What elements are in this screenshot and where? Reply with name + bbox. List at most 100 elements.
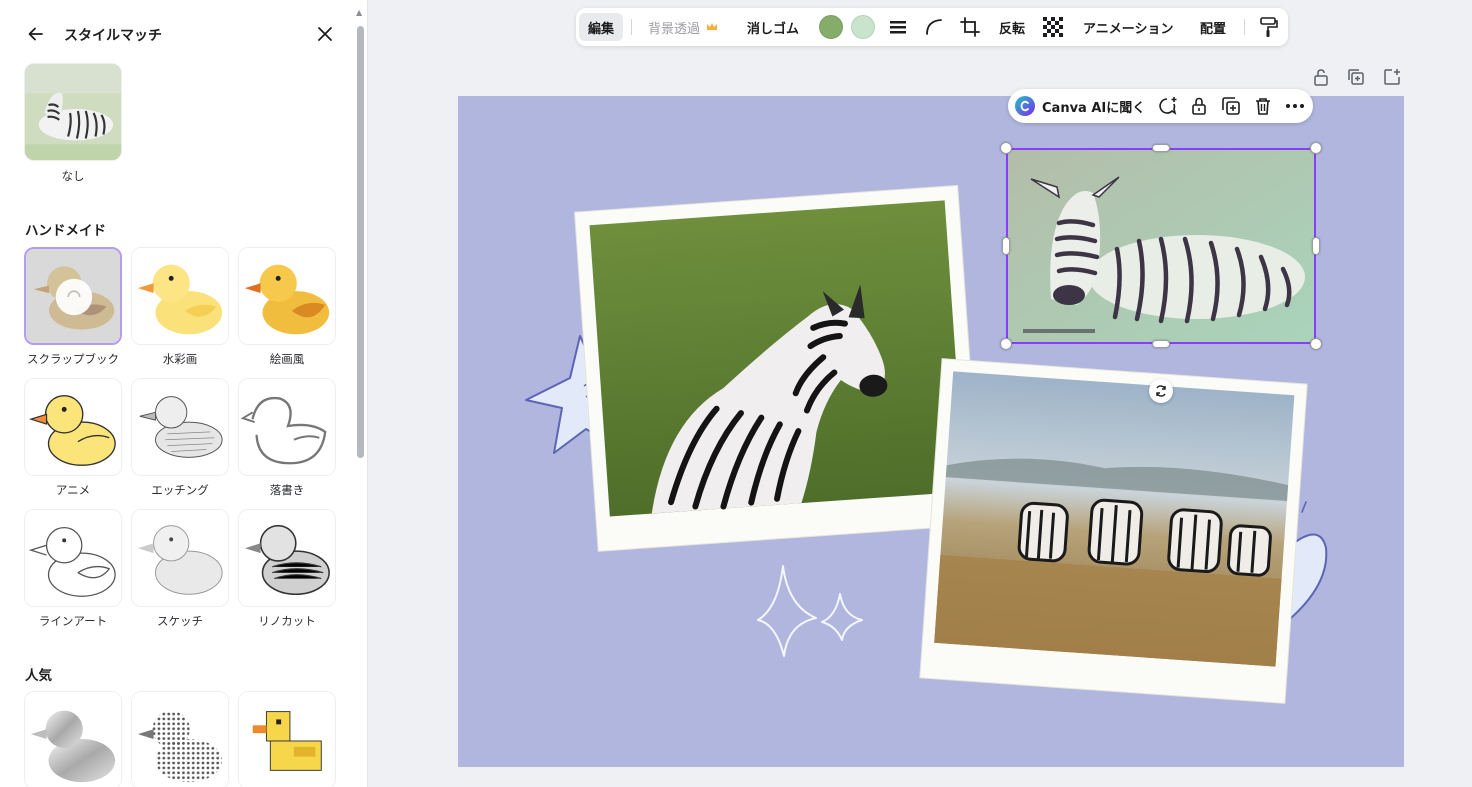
transparency-button[interactable] xyxy=(1043,13,1063,41)
section-title-popular: 人気 xyxy=(25,668,52,684)
resize-handle-right[interactable] xyxy=(1312,237,1320,255)
sparkle-sticker[interactable] xyxy=(757,565,863,657)
scroll-up-arrow-icon[interactable]: ▲ xyxy=(356,8,362,17)
duplicate-page-button[interactable] xyxy=(1346,67,1366,87)
add-page-button[interactable] xyxy=(1382,67,1402,87)
resize-handle-bottom[interactable] xyxy=(1152,340,1170,348)
crown-icon xyxy=(707,23,718,30)
resize-handle-left[interactable] xyxy=(1002,237,1010,255)
resize-handle-bottom-right[interactable] xyxy=(1310,338,1322,350)
back-button[interactable] xyxy=(22,20,50,48)
arrange-button[interactable]: 配置 xyxy=(1200,13,1226,41)
resize-handle-bottom-left[interactable] xyxy=(1000,338,1012,350)
corner-radius-icon xyxy=(926,19,942,35)
color-swatch-light-green[interactable] xyxy=(851,15,875,39)
close-button[interactable] xyxy=(311,20,339,48)
resize-handle-top-right[interactable] xyxy=(1310,142,1322,154)
style-pixel-thumbnail[interactable] xyxy=(238,691,336,787)
more-horizontal-icon xyxy=(1286,104,1304,108)
background-remove-button[interactable]: 背景透過 xyxy=(648,13,718,41)
section-title-handmade: ハンドメイド xyxy=(25,223,106,239)
duck-lineart-image xyxy=(25,510,121,606)
crop-icon xyxy=(960,17,980,37)
copy-style-button[interactable] xyxy=(1258,13,1278,41)
border-style-button[interactable] xyxy=(888,13,908,41)
panel-title: スタイルマッチ xyxy=(64,28,162,44)
background-remove-label: 背景透過 xyxy=(648,21,701,37)
zebra-photo-frame-2[interactable] xyxy=(919,358,1308,704)
style-sketch-thumbnail[interactable] xyxy=(131,509,229,607)
style-doodle-thumbnail[interactable] xyxy=(238,378,336,476)
panel-scrollbar[interactable] xyxy=(357,26,364,458)
arrow-left-icon xyxy=(28,27,43,41)
style-etching-label: エッチング xyxy=(151,483,209,497)
ask-canva-ai-label: Canva AIに聞く xyxy=(1042,100,1146,116)
paint-roller-icon xyxy=(1260,17,1278,37)
style-match-panel: スタイルマッチ なし ハンドメイド スクラップブック 水彩画 絵画風 アニメ エ… xyxy=(0,0,368,787)
add-page-icon xyxy=(1384,69,1400,85)
rotate-icon xyxy=(1156,385,1166,397)
style-lineart-label: ラインアート xyxy=(38,614,108,628)
style-watercolor-label: 水彩画 xyxy=(162,352,198,366)
duck-sketch-image xyxy=(132,510,228,606)
transparency-checker-icon xyxy=(1043,17,1063,37)
comment-button[interactable] xyxy=(1156,95,1178,117)
corner-rounding-button[interactable] xyxy=(924,13,944,41)
rotate-handle[interactable] xyxy=(1149,379,1173,403)
style-watercolor-thumbnail[interactable] xyxy=(131,247,229,345)
style-linocut-label: リノカット xyxy=(258,614,316,628)
zebra-photo-frame-1[interactable] xyxy=(574,184,982,552)
duplicate-icon xyxy=(1348,69,1364,85)
more-options-button[interactable] xyxy=(1284,95,1306,117)
panel-header: スタイルマッチ xyxy=(0,12,367,56)
style-painting-thumbnail[interactable] xyxy=(238,247,336,345)
style-none-thumbnail[interactable] xyxy=(24,63,122,161)
element-context-bar: Canva AIに聞く xyxy=(1008,89,1313,123)
flip-button[interactable]: 反転 xyxy=(999,13,1025,41)
duck-scrapbook-image xyxy=(26,249,120,343)
crop-button[interactable] xyxy=(959,13,981,41)
style-sketch-label: スケッチ xyxy=(157,614,203,628)
close-icon xyxy=(318,27,332,41)
duplicate-icon xyxy=(1222,97,1240,115)
style-painting-label: 絵画風 xyxy=(269,352,305,366)
zebra-original-image xyxy=(25,64,121,160)
duck-pixel-image xyxy=(239,692,335,787)
color-swatch-green[interactable] xyxy=(819,15,843,39)
style-scrapbook-label: スクラップブック xyxy=(27,352,119,366)
comment-add-icon xyxy=(1159,97,1177,115)
canva-ai-logo-icon xyxy=(1015,96,1035,116)
image-edit-toolbar: 編集 背景透過 消しゴム 反転 アニメーション 配置 xyxy=(576,8,1288,46)
resize-handle-top-left[interactable] xyxy=(1000,142,1012,154)
duck-metallic-image xyxy=(25,692,121,787)
duck-painting-image xyxy=(239,248,335,344)
style-metallic-thumbnail[interactable] xyxy=(24,691,122,787)
eraser-button[interactable]: 消しゴム xyxy=(747,13,799,41)
border-lines-icon xyxy=(890,21,906,34)
duck-linocut-image xyxy=(239,510,335,606)
duck-watercolor-image xyxy=(132,248,228,344)
style-etching-thumbnail[interactable] xyxy=(131,378,229,476)
lock-icon xyxy=(1314,69,1328,86)
ask-canva-ai-button[interactable]: Canva AIに聞く xyxy=(1014,94,1145,118)
delete-element-button[interactable] xyxy=(1252,95,1274,117)
toolbar-divider xyxy=(1244,19,1245,35)
style-linocut-thumbnail[interactable] xyxy=(238,509,336,607)
animation-button[interactable]: アニメーション xyxy=(1083,13,1173,41)
style-lineart-thumbnail[interactable] xyxy=(24,509,122,607)
toolbar-divider xyxy=(631,19,632,35)
style-none-label: なし xyxy=(61,169,85,183)
style-scrapbook-thumbnail[interactable] xyxy=(24,247,122,345)
trash-icon xyxy=(1256,98,1270,115)
duck-anime-image xyxy=(25,379,121,475)
style-halftone-thumbnail[interactable] xyxy=(131,691,229,787)
edit-button[interactable]: 編集 xyxy=(579,13,623,41)
resize-handle-top[interactable] xyxy=(1152,144,1170,152)
style-doodle-label: 落書き xyxy=(269,483,305,497)
duck-doodle-image xyxy=(239,379,335,475)
lock-element-button[interactable] xyxy=(1188,95,1210,117)
lock-page-button[interactable] xyxy=(1311,67,1331,87)
style-anime-thumbnail[interactable] xyxy=(24,378,122,476)
style-anime-label: アニメ xyxy=(55,483,91,497)
duplicate-element-button[interactable] xyxy=(1220,95,1242,117)
